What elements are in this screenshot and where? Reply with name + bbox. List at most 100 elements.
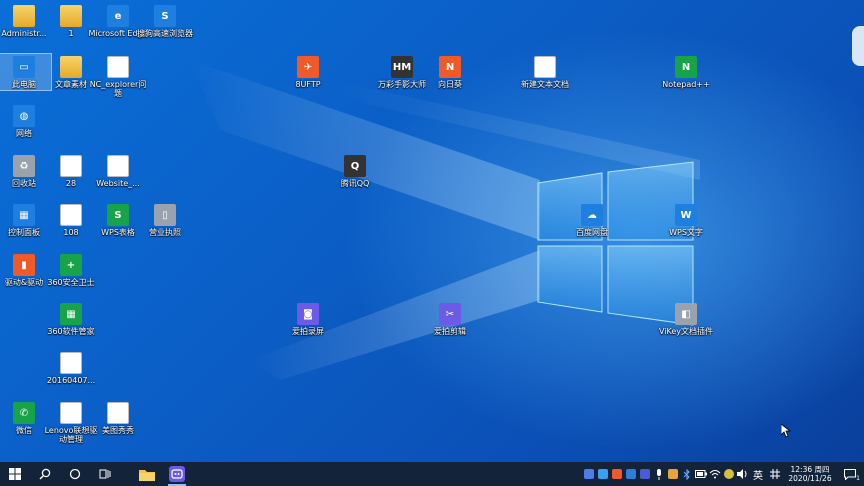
book-icon: ▮ xyxy=(13,254,35,276)
desktop-icon[interactable]: ◙ 爱拍录屏 xyxy=(284,303,332,336)
recorder-icon xyxy=(169,466,185,482)
desktop-icon-label: WPS文字 xyxy=(669,228,703,237)
desktop-icon-label: 新建文本文档 xyxy=(521,80,569,89)
edge-side-tab[interactable] xyxy=(852,26,864,66)
desktop[interactable]: Administr... 1 e Microsoft Edge S 搜狗高速浏览器 ▭ 此电脑… xyxy=(0,0,864,462)
desktop-icon[interactable]: 美图秀秀 xyxy=(94,402,142,435)
img-icon xyxy=(60,352,82,374)
desktop-icon[interactable]: Q 腾讯QQ xyxy=(331,155,379,188)
network-icon: ◍ xyxy=(13,105,35,127)
taskbar-screen-recorder[interactable] xyxy=(162,462,192,486)
desktop-icon[interactable]: ▯ 营业执照 xyxy=(141,204,189,237)
desktop-icon-label: 腾讯QQ xyxy=(340,179,370,188)
windows-logo xyxy=(537,161,694,326)
qq-icon: Q xyxy=(344,155,366,177)
sun-icon: N xyxy=(439,56,461,78)
ime-indicator[interactable]: 英 xyxy=(750,467,766,482)
user-icon xyxy=(13,5,35,27)
desktop-icon-label: ViKey文档插件 xyxy=(658,327,714,336)
desktop-icon-label: 20160407... xyxy=(46,376,96,385)
battery-icon[interactable] xyxy=(694,462,708,486)
keyboard-grid-icon[interactable] xyxy=(766,462,784,486)
desktop-icon[interactable]: ◍ 网络 xyxy=(0,105,48,138)
clock-time: 12:36 周四 xyxy=(790,465,830,474)
clock-date: 2020/11/26 xyxy=(788,474,832,483)
doc108-icon xyxy=(60,204,82,226)
desktop-icon[interactable]: ✂ 爱拍剪辑 xyxy=(426,303,474,336)
s360b-icon: ▦ xyxy=(60,303,82,325)
desktop-icon[interactable]: 新建文本文档 xyxy=(521,56,569,89)
desktop-icon[interactable]: ◧ ViKey文档插件 xyxy=(659,303,713,336)
desktop-icon-label: 网络 xyxy=(16,129,32,138)
txt-icon xyxy=(534,56,556,78)
desktop-icon-label: 搜狗高速浏览器 xyxy=(137,29,193,38)
phone-icon: ▯ xyxy=(154,204,176,226)
desktop-icon[interactable]: S 搜狗高速浏览器 xyxy=(137,5,193,38)
desktop-icon-label: 美图秀秀 xyxy=(102,426,134,435)
tray-app-icon-1[interactable] xyxy=(582,462,596,486)
tray-app-icon-6[interactable] xyxy=(666,462,680,486)
hm-icon: HM xyxy=(391,56,413,78)
mouse-cursor xyxy=(781,424,791,438)
notification-icon xyxy=(844,468,856,480)
desktop-icon[interactable]: N Notepad++ xyxy=(662,56,710,89)
sogou-icon: S xyxy=(154,5,176,27)
wpsw-icon: W xyxy=(675,204,697,226)
tray-app-icon-7[interactable] xyxy=(722,462,736,486)
baidu-icon: ☁ xyxy=(581,204,603,226)
tray-app-icon-3[interactable] xyxy=(610,462,624,486)
desktop-icon-label: 向日葵 xyxy=(438,80,462,89)
wechat-icon: ✆ xyxy=(13,402,35,424)
microphone-icon[interactable] xyxy=(652,462,666,486)
desktop-icon[interactable]: W WPS文字 xyxy=(662,204,710,237)
cortana-icon xyxy=(69,468,81,480)
desktop-icon[interactable]: HM 万彩手影大师 xyxy=(378,56,426,89)
folder-icon xyxy=(60,56,82,78)
desktop-icon[interactable]: +360安全卫士 xyxy=(47,254,95,287)
desktop-icon[interactable]: ✈ 8UFTP xyxy=(284,56,332,89)
bluetooth-icon[interactable] xyxy=(680,462,694,486)
rec-icon: ◙ xyxy=(297,303,319,325)
wpsx-icon: S xyxy=(107,204,129,226)
desktop-icon[interactable]: NC_explorer问题 xyxy=(90,56,146,98)
doc-icon xyxy=(60,402,82,424)
search-icon xyxy=(39,468,51,480)
tray-app-icon-2[interactable] xyxy=(596,462,610,486)
windows-start-icon xyxy=(9,468,21,480)
tray-app-icon-5[interactable] xyxy=(638,462,652,486)
start-button[interactable] xyxy=(0,462,30,486)
desktop-icon[interactable]: Website_... xyxy=(94,155,142,188)
ftp-icon: ✈ xyxy=(297,56,319,78)
doc-icon xyxy=(107,402,129,424)
wifi-icon[interactable] xyxy=(708,462,722,486)
volume-icon[interactable] xyxy=(736,462,750,486)
notification-center-button[interactable]: 1 xyxy=(836,462,864,486)
cortana-button[interactable] xyxy=(60,462,90,486)
task-view-icon xyxy=(99,469,111,479)
cut-icon: ✂ xyxy=(439,303,461,325)
desktop-icon-label: Notepad++ xyxy=(662,80,710,89)
desktop-icon[interactable]: ☁ 百度网盘 xyxy=(568,204,616,237)
s360-icon: + xyxy=(60,254,82,276)
search-button[interactable] xyxy=(30,462,60,486)
folder-icon xyxy=(60,5,82,27)
desktop-icon-label: 360安全卫士 xyxy=(47,278,95,287)
task-view-button[interactable] xyxy=(90,462,120,486)
control-icon: ▦ xyxy=(13,204,35,226)
tray-app-icon-4[interactable] xyxy=(624,462,638,486)
taskbar: 英 12:36 周四 2020/11/26 1 xyxy=(0,462,864,486)
notification-count: 1 xyxy=(856,475,860,482)
desktop-icon-label: 营业执照 xyxy=(149,228,181,237)
desktop-icon[interactable]: 20160407... xyxy=(47,352,95,385)
desktop-icon[interactable]: N 向日葵 xyxy=(426,56,474,89)
desktop-icon[interactable]: ▦ 360软件管家 xyxy=(47,303,95,336)
desktop-icon-label: 360软件管家 xyxy=(47,327,95,336)
npp-icon: N xyxy=(675,56,697,78)
desktop-icon[interactable]: Lenovo联想驱动管理 xyxy=(45,402,97,444)
taskbar-clock[interactable]: 12:36 周四 2020/11/26 xyxy=(784,465,836,483)
taskbar-file-explorer[interactable] xyxy=(132,462,162,486)
pc-icon: ▭ xyxy=(13,56,35,78)
desktop-icon-label: 爱拍剪辑 xyxy=(434,327,466,336)
desktop-icon-label: 爱拍录屏 xyxy=(292,327,324,336)
desktop-icon-label: NC_explorer问题 xyxy=(89,80,147,98)
